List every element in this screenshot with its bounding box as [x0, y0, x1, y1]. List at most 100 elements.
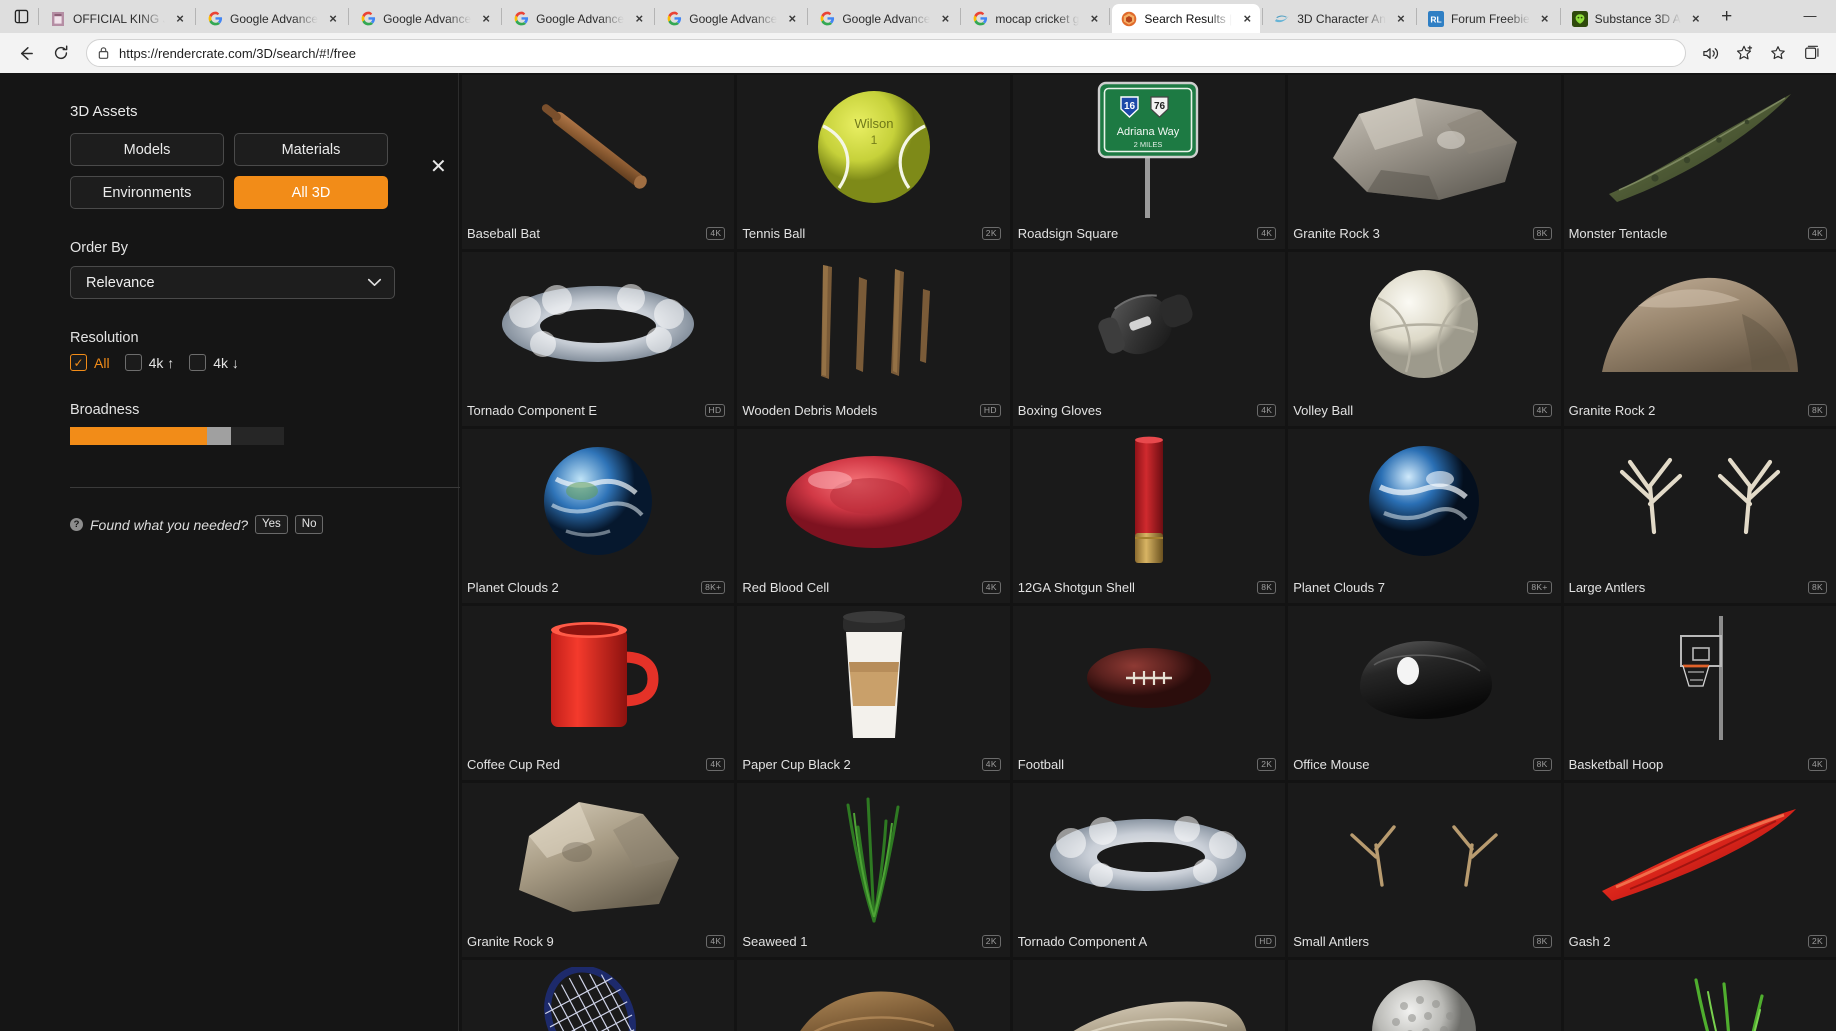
asset-card[interactable]: Tornado Component E HD	[462, 252, 735, 426]
browser-tab[interactable]: Google Advance ×	[810, 4, 958, 33]
asset-thumbnail[interactable]	[737, 783, 1010, 926]
asset-card[interactable]	[1288, 960, 1561, 1031]
asset-card[interactable]: Boxing Gloves 4K	[1012, 252, 1286, 426]
asset-card[interactable]: Granite Rock 9 4K	[462, 783, 735, 957]
asset-card[interactable]: Granite Rock 2 8K	[1563, 252, 1836, 426]
asset-thumbnail[interactable]	[462, 252, 735, 395]
browser-tab[interactable]: Google Advance ×	[657, 4, 805, 33]
asset-thumbnail[interactable]	[1012, 429, 1286, 572]
asset-thumbnail[interactable]	[737, 252, 1010, 395]
tab-close-icon[interactable]: ×	[172, 11, 188, 27]
asset-thumbnail[interactable]	[1563, 75, 1836, 218]
help-icon[interactable]: ?	[70, 518, 83, 532]
browser-tab[interactable]: RL Forum Freebie ×	[1419, 4, 1558, 33]
tab-close-icon[interactable]: ×	[478, 11, 494, 27]
asset-card[interactable]	[737, 960, 1010, 1031]
read-aloud-icon[interactable]	[1694, 38, 1726, 68]
asset-card[interactable]: Football 2K	[1012, 606, 1286, 780]
asset-card[interactable]: Coffee Cup Red 4K	[462, 606, 735, 780]
asset-card[interactable]	[462, 960, 735, 1031]
broadness-slider-handle[interactable]	[206, 427, 231, 445]
asset-card[interactable]: Office Mouse 8K	[1288, 606, 1561, 780]
feedback-no-button[interactable]: No	[294, 515, 324, 535]
order-by-select[interactable]: Relevance	[70, 266, 395, 299]
asset-thumbnail[interactable]	[1563, 429, 1836, 572]
tab-close-icon[interactable]: ×	[784, 11, 800, 27]
asset-card[interactable]: Seaweed 1 2K	[737, 783, 1010, 957]
tab-close-icon[interactable]: ×	[1688, 11, 1704, 27]
asset-thumbnail[interactable]	[1563, 252, 1836, 395]
browser-tab[interactable]: mocap cricket g ×	[963, 4, 1107, 33]
tab-close-icon[interactable]: ×	[1393, 11, 1409, 27]
asset-card[interactable]: Wooden Debris Models HD	[737, 252, 1010, 426]
asset-thumbnail[interactable]	[1288, 75, 1561, 218]
asset-thumbnail[interactable]	[737, 606, 1010, 749]
asset-thumbnail[interactable]	[462, 429, 735, 572]
asset-card[interactable]: Volley Ball 4K	[1288, 252, 1561, 426]
asset-thumbnail[interactable]	[1012, 606, 1286, 749]
asset-thumbnail[interactable]	[1563, 783, 1836, 926]
collections-icon[interactable]	[1796, 38, 1828, 68]
asset-thumbnail[interactable]	[1288, 252, 1561, 395]
asset-card[interactable]: Small Antlers 8K	[1288, 783, 1561, 957]
asset-card[interactable]: Granite Rock 3 8K	[1288, 75, 1561, 249]
chip-materials[interactable]: Materials	[234, 133, 388, 166]
asset-card[interactable]: Gash 2 2K	[1563, 783, 1836, 957]
asset-card[interactable]: Paper Cup Black 2 4K	[737, 606, 1010, 780]
asset-card[interactable]: Planet Clouds 2 8K+	[462, 429, 735, 603]
asset-thumbnail[interactable]: 16 76 Adriana Way 2 MILES	[1012, 75, 1286, 218]
chip-models[interactable]: Models	[70, 133, 224, 166]
new-tab-button[interactable]: +	[1713, 3, 1741, 31]
tab-close-icon[interactable]: ×	[937, 11, 953, 27]
asset-thumbnail[interactable]	[462, 75, 735, 218]
asset-thumbnail[interactable]	[1288, 429, 1561, 572]
close-icon[interactable]: ✕	[430, 157, 447, 177]
tab-close-icon[interactable]: ×	[631, 11, 647, 27]
asset-card[interactable]	[1012, 960, 1286, 1031]
asset-thumbnail[interactable]	[1012, 783, 1286, 926]
asset-thumbnail[interactable]	[1288, 783, 1561, 926]
favorites-icon[interactable]	[1762, 38, 1794, 68]
asset-card[interactable]: Large Antlers 8K	[1563, 429, 1836, 603]
asset-card[interactable]: Planet Clouds 7 8K+	[1288, 429, 1561, 603]
asset-thumbnail[interactable]	[1563, 606, 1836, 749]
asset-card[interactable]: Monster Tentacle 4K	[1563, 75, 1836, 249]
browser-tab[interactable]: Google Advance ×	[351, 4, 499, 33]
asset-thumbnail[interactable]	[1563, 960, 1836, 1031]
checkbox-res-all[interactable]: ✓	[70, 354, 87, 371]
browser-tab[interactable]: Google Advance ×	[504, 4, 652, 33]
checkbox-res-4k-down[interactable]	[189, 354, 207, 371]
tab-list-icon[interactable]	[6, 2, 36, 31]
feedback-yes-button[interactable]: Yes	[255, 515, 288, 535]
asset-thumbnail[interactable]	[737, 960, 1010, 1031]
asset-thumbnail[interactable]	[737, 429, 1010, 572]
asset-card[interactable]: Baseball Bat 4K	[462, 75, 735, 249]
asset-card[interactable]: Red Blood Cell 4K	[737, 429, 1010, 603]
chip-environments[interactable]: Environments	[70, 176, 224, 209]
add-favorite-icon[interactable]	[1728, 38, 1760, 68]
broadness-slider[interactable]	[70, 427, 284, 445]
tab-close-icon[interactable]: ×	[1537, 11, 1553, 27]
browser-tab-active[interactable]: Search Results | ×	[1112, 4, 1261, 33]
tab-close-icon[interactable]: ×	[1239, 11, 1255, 27]
asset-thumbnail[interactable]	[462, 783, 735, 926]
tab-close-icon[interactable]: ×	[1086, 11, 1102, 27]
reload-icon[interactable]	[44, 38, 78, 68]
asset-thumbnail[interactable]: Wilson 1	[737, 75, 1010, 218]
browser-tab[interactable]: Substance 3D A ×	[1563, 4, 1709, 33]
asset-card[interactable]	[1563, 960, 1836, 1031]
tab-close-icon[interactable]: ×	[325, 11, 341, 27]
back-arrow-icon[interactable]	[8, 38, 42, 68]
asset-card[interactable]: Wilson 1 Tennis Ball 2K	[737, 75, 1010, 249]
browser-tab[interactable]: 3D Character An ×	[1265, 4, 1414, 33]
asset-card[interactable]: 16 76 Adriana Way 2 MILES Roadsign Square 4K	[1012, 75, 1286, 249]
checkbox-res-4k-up[interactable]	[124, 354, 142, 371]
asset-card[interactable]: Tornado Component A HD	[1012, 783, 1286, 957]
asset-thumbnail[interactable]	[462, 606, 735, 749]
address-bar[interactable]: https://rendercrate.com/3D/search/#!/fre…	[86, 39, 1686, 67]
asset-thumbnail[interactable]	[462, 960, 735, 1031]
asset-card[interactable]: 12GA Shotgun Shell 8K	[1012, 429, 1286, 603]
asset-thumbnail[interactable]	[1288, 960, 1561, 1031]
asset-thumbnail[interactable]	[1012, 960, 1286, 1031]
minimize-button[interactable]: —	[1788, 3, 1832, 27]
